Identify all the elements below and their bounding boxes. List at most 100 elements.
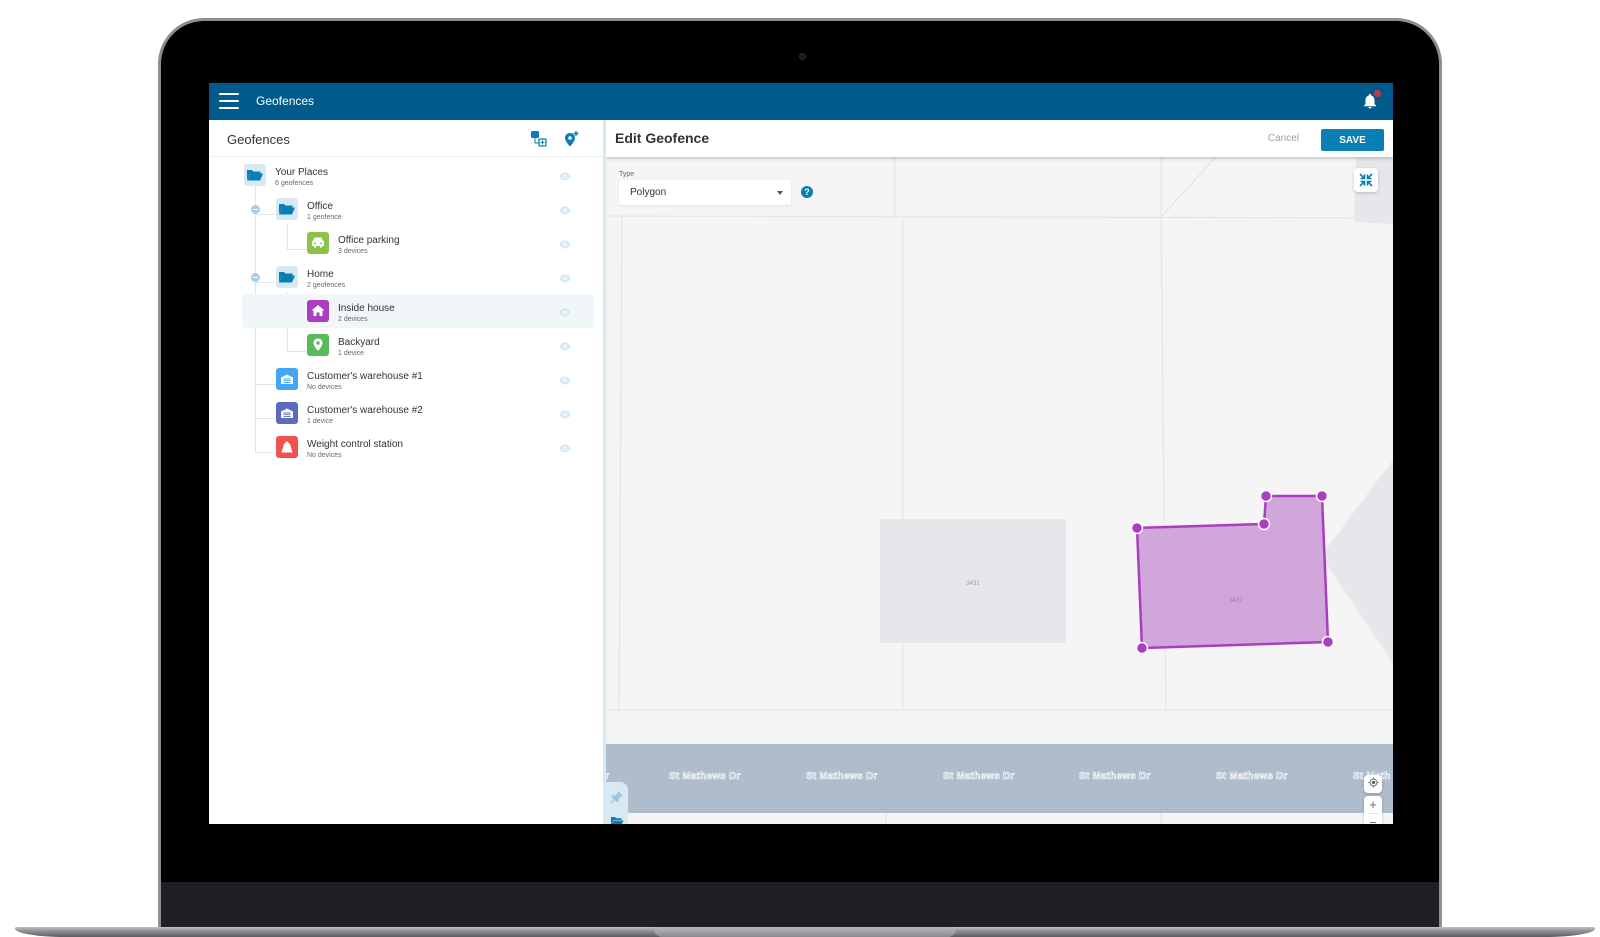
notification-badge — [1374, 90, 1381, 97]
road-label: St Mathews Dr — [806, 771, 878, 783]
visibility-eye-icon[interactable] — [559, 308, 571, 317]
home-icon — [307, 300, 329, 322]
visibility-eye-icon[interactable] — [559, 410, 571, 419]
laptop-chin — [161, 882, 1439, 927]
tree-item-name: Customer's warehouse #1 — [307, 371, 423, 382]
tree-item-name: Inside house — [338, 303, 395, 314]
group-add-icon — [531, 131, 547, 147]
polygon-vertex-handle[interactable] — [1321, 635, 1335, 649]
collapse-toggle[interactable] — [251, 205, 260, 214]
polygon-vertex-handle[interactable] — [1135, 641, 1149, 655]
tree-item-name: Customer's warehouse #2 — [307, 405, 423, 416]
visibility-eye-icon[interactable] — [559, 444, 571, 453]
app-title: Geofences — [256, 94, 315, 108]
map-background — [606, 120, 1393, 824]
collapse-arrows-icon — [1359, 173, 1373, 187]
tree-item-count: 6 geofences — [275, 180, 314, 187]
tree-item-office[interactable]: Office 1 geofence — [209, 192, 594, 226]
exit-fullscreen-button[interactable] — [1354, 168, 1378, 192]
folder-icon — [244, 164, 266, 186]
road-label: St Mathews Dr — [1216, 771, 1288, 783]
app-screen: Geofences Geofences Your Places 6 geofen… — [209, 83, 1393, 824]
tree-item-home[interactable]: Home 2 geofences — [209, 260, 594, 294]
tree-item-backyard[interactable]: Backyard 1 device — [209, 328, 594, 362]
visibility-eye-icon[interactable] — [559, 172, 571, 181]
tree-item-name: Office parking — [338, 235, 400, 246]
panel-header: Geofences — [209, 120, 603, 157]
group-geofences-button[interactable] — [530, 130, 548, 148]
geofence-list-panel: Geofences Your Places 6 geofences Office… — [209, 120, 603, 824]
tree-item-your-places[interactable]: Your Places 6 geofences — [209, 158, 594, 192]
warehouse-icon — [276, 368, 298, 390]
parcel-label: 3437 — [1229, 598, 1243, 604]
help-icon[interactable]: ? — [801, 186, 813, 198]
type-select-value: Polygon — [630, 187, 667, 198]
tree-item-name: Home — [307, 269, 334, 280]
zoom-in-button[interactable]: + — [1364, 796, 1382, 813]
parcel-label: 3431 — [966, 581, 980, 587]
tree-item-count: 1 geofence — [307, 214, 342, 221]
locate-icon — [1367, 777, 1379, 788]
laptop-hinge-notch — [654, 927, 956, 937]
tree-item-warehouse-2[interactable]: Customer's warehouse #2 1 device — [209, 396, 594, 430]
car-icon — [307, 232, 329, 254]
map-canvas[interactable]: 3431 3437 — [606, 120, 1393, 824]
webcam — [799, 53, 806, 60]
collapse-toggle[interactable] — [251, 273, 260, 282]
visibility-eye-icon[interactable] — [559, 342, 571, 351]
caret-down-icon — [777, 191, 783, 195]
tree-item-count: 2 geofences — [307, 282, 346, 289]
visibility-eye-icon[interactable] — [559, 240, 571, 249]
add-geofence-button[interactable] — [562, 130, 580, 148]
folder-button[interactable] — [610, 814, 624, 824]
pin-icon — [610, 791, 623, 804]
cancel-button[interactable]: Cancel — [1268, 133, 1299, 144]
save-button[interactable]: SAVE — [1321, 129, 1384, 151]
locate-button[interactable] — [1364, 775, 1382, 792]
polygon-vertex-handle[interactable] — [1315, 489, 1329, 503]
weight-icon — [276, 436, 298, 458]
pin-button[interactable] — [610, 790, 624, 804]
tree-item-count: 3 devices — [338, 248, 368, 255]
tree-item-count: 1 device — [307, 418, 334, 425]
tree-item-weight-station[interactable]: Weight control station No devices — [209, 430, 594, 464]
hamburger-menu-icon[interactable] — [219, 93, 239, 109]
map-editor[interactable]: 3431 3437 Edit Geofence Cancel SAVE Type … — [606, 120, 1393, 824]
road-label: St Mathews Dr — [1079, 771, 1151, 783]
folder-icon — [276, 266, 298, 288]
type-label: Type — [619, 171, 635, 178]
tree-item-count: No devices — [307, 452, 342, 459]
edit-geofence-header: Edit Geofence Cancel SAVE — [606, 120, 1393, 157]
polygon-vertex-handle[interactable] — [1259, 489, 1273, 503]
visibility-eye-icon[interactable] — [559, 376, 571, 385]
folder-icon — [276, 198, 298, 220]
tree-item-office-parking[interactable]: Office parking 3 devices — [209, 226, 594, 260]
folder-open-icon — [611, 817, 624, 824]
type-select[interactable]: Polygon — [619, 180, 791, 205]
tree-item-warehouse-1[interactable]: Customer's warehouse #1 No devices — [209, 362, 594, 396]
add-location-icon — [565, 131, 579, 147]
tree-item-count: 2 devices — [338, 316, 368, 323]
zoom-out-button[interactable]: − — [1364, 814, 1382, 824]
locate-control — [1364, 775, 1382, 793]
road-label: Dr — [606, 771, 610, 783]
tree-item-inside-house[interactable]: Inside house 2 devices — [242, 294, 594, 328]
tree-item-count: No devices — [307, 384, 342, 391]
notifications-button[interactable] — [1361, 90, 1381, 110]
road-label: St Mathews Dr — [669, 771, 741, 783]
app-bar: Geofences — [209, 83, 1393, 120]
panel-title: Geofences — [227, 132, 290, 147]
zoom-control: + − — [1364, 796, 1382, 824]
polygon-vertex-handle[interactable] — [1130, 521, 1144, 535]
visibility-eye-icon[interactable] — [559, 206, 571, 215]
tree-item-count: 1 device — [338, 350, 365, 357]
pin-icon — [307, 334, 329, 356]
warehouse-icon — [276, 402, 298, 424]
tree-item-name: Your Places — [275, 167, 328, 178]
map-side-tab — [606, 782, 628, 824]
tree-item-name: Office — [307, 201, 333, 212]
road-label: St Mathews Dr — [943, 771, 1015, 783]
visibility-eye-icon[interactable] — [559, 274, 571, 283]
editor-title: Edit Geofence — [615, 130, 710, 146]
polygon-vertex-handle[interactable] — [1257, 517, 1271, 531]
